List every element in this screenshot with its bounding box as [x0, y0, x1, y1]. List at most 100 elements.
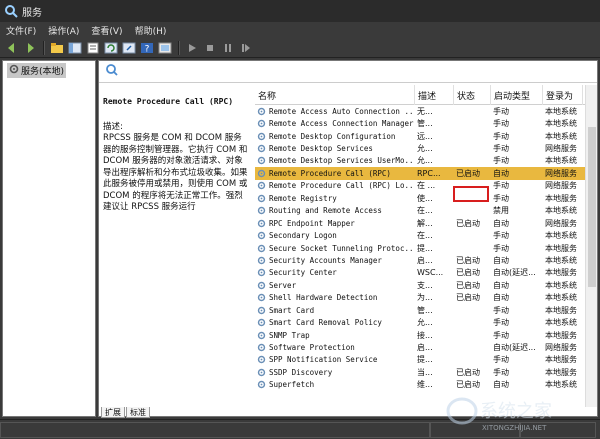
- play-icon[interactable]: [184, 40, 200, 56]
- column-header-log-on-as[interactable]: 登录为: [543, 85, 583, 105]
- table-row[interactable]: Remote Access Auto Connection ... 无... 手动 本…: [255, 105, 597, 117]
- table-row[interactable]: Smart Card Removal Policy 允... 手动 本地系统: [255, 316, 597, 328]
- service-name: Shell Hardware Detection: [255, 292, 415, 304]
- service-log-on-as: 本地系统: [543, 279, 583, 291]
- column-header-name[interactable]: 名称: [255, 85, 415, 105]
- service-startup-type-text: 手动: [493, 231, 509, 241]
- service-status: [454, 304, 491, 316]
- show-hide-tree-icon[interactable]: [67, 40, 83, 56]
- service-gear-icon: [257, 132, 266, 140]
- service-startup-type: 手动: [491, 180, 543, 192]
- menu-view[interactable]: 查看(V): [91, 24, 122, 37]
- service-startup-type: 手动: [491, 242, 543, 254]
- service-name-text: Superfetch: [269, 380, 315, 390]
- table-row[interactable]: Software Protection 启... 自动(延迟... 网络服务: [255, 341, 597, 353]
- refresh-icon[interactable]: [103, 40, 119, 56]
- service-description: 管...: [415, 304, 454, 316]
- service-startup-type-text: 手动: [493, 193, 509, 203]
- services-search-icon: [105, 63, 119, 80]
- service-startup-type: 自动: [491, 254, 543, 266]
- tab-standard[interactable]: 标准: [126, 407, 150, 418]
- table-row[interactable]: Secure Socket Tunneling Protoc... 提... 手动 本…: [255, 242, 597, 254]
- table-row[interactable]: Remote Desktop Configuration 远... 手动 本地系统: [255, 130, 597, 142]
- table-row[interactable]: Smart Card 管... 手动 本地服务: [255, 304, 597, 316]
- vertical-scrollbar[interactable]: [585, 85, 597, 407]
- column-header-description[interactable]: 描述: [415, 85, 454, 105]
- service-gear-icon: [257, 169, 266, 178]
- table-row[interactable]: Shell Hardware Detection 为... 已启动 自动 本地系统: [255, 292, 597, 304]
- service-status: 已启动: [454, 366, 491, 378]
- table-row[interactable]: Remote Desktop Services UserMo... 允... 手动 本…: [255, 155, 597, 167]
- table-row[interactable]: Server 支... 已启动 自动 本地系统: [255, 279, 597, 291]
- service-status: [454, 242, 491, 254]
- table-row[interactable]: Security Center WSC... 已启动 自动(延迟... 本地服务: [255, 267, 597, 279]
- service-description: 管...: [415, 117, 454, 129]
- table-row[interactable]: Remote Registry 使... 手动 本地服务: [255, 192, 597, 204]
- scrollbar-thumb[interactable]: [588, 127, 596, 287]
- service-startup-type-text: 手动: [493, 106, 509, 116]
- stop-icon[interactable]: [202, 40, 218, 56]
- service-gear-icon: [257, 281, 266, 290]
- service-status: [454, 105, 491, 117]
- service-startup-type-text: 自动: [493, 280, 509, 290]
- properties-icon[interactable]: [85, 40, 101, 56]
- service-status: 已启动: [454, 217, 491, 229]
- pane-header: [99, 61, 597, 83]
- service-name: SPP Notification Service: [255, 354, 415, 366]
- help-icon[interactable]: ?: [139, 40, 155, 56]
- table-row[interactable]: Remote Desktop Services 允... 手动 网络服务: [255, 142, 597, 154]
- back-icon[interactable]: [4, 40, 20, 56]
- service-startup-type-text: 自动: [493, 255, 509, 265]
- table-row[interactable]: SSDP Discovery 当... 已启动 手动 本地服务: [255, 366, 597, 378]
- toolbar: ?: [0, 38, 600, 58]
- tree-node-services-local[interactable]: 服务(本地): [7, 63, 67, 78]
- column-header-status[interactable]: 状态: [454, 85, 491, 105]
- service-description-text: 远...: [417, 131, 433, 141]
- service-startup-type: 手动: [491, 366, 543, 378]
- service-description: 在 ...: [415, 180, 454, 192]
- column-header-startup-type[interactable]: 启动类型: [491, 85, 543, 105]
- forward-icon[interactable]: [22, 40, 38, 56]
- table-row[interactable]: SPP Notification Service 提... 手动 本地服务: [255, 354, 597, 366]
- up-icon[interactable]: [49, 40, 65, 56]
- service-gear-icon: [257, 256, 266, 265]
- menu-action[interactable]: 操作(A): [48, 24, 79, 37]
- service-startup-type: 手动: [491, 316, 543, 328]
- service-name-text: SPP Notification Service: [269, 355, 378, 365]
- service-name: Remote Desktop Configuration: [255, 130, 415, 142]
- service-name: Secure Socket Tunneling Protoc...: [255, 242, 415, 254]
- service-startup-type-text: 手动: [493, 318, 509, 328]
- service-startup-type: 手动: [491, 117, 543, 129]
- table-row[interactable]: Security Accounts Manager 启... 已启动 自动 本地系统: [255, 254, 597, 266]
- service-name: Software Protection: [255, 341, 415, 353]
- console-tree-pane: 服务(本地): [2, 60, 96, 417]
- menu-file[interactable]: 文件(F): [6, 24, 36, 37]
- table-row[interactable]: Secondary Logon 在... 手动 本地系统: [255, 229, 597, 241]
- service-name: Secondary Logon: [255, 229, 415, 241]
- service-description-text: 启...: [417, 343, 433, 353]
- toolbar-separator: [178, 40, 179, 55]
- services-table: 名称 描述 状态 启动类型 登录为 Remote Access Auto Con…: [255, 85, 597, 407]
- export-icon[interactable]: [121, 40, 137, 56]
- table-row[interactable]: Remote Access Connection Manager 管... 手动 本地…: [255, 117, 597, 129]
- menu-help[interactable]: 帮助(H): [135, 24, 167, 37]
- service-description-text: 在 ...: [417, 181, 436, 191]
- table-row[interactable]: RPC Endpoint Mapper 解... 已启动 自动 网络服务: [255, 217, 597, 229]
- table-row[interactable]: SNMP Trap 接... 手动 本地服务: [255, 329, 597, 341]
- service-gear-icon: [257, 219, 266, 227]
- restart-icon[interactable]: [238, 40, 254, 56]
- tab-extended[interactable]: 扩展: [101, 407, 125, 418]
- table-row[interactable]: Remote Procedure Call (RPC) RPC... 已启动 自动 网络…: [255, 167, 597, 180]
- console-icon[interactable]: [157, 40, 173, 56]
- service-startup-type-text: 手动: [493, 156, 509, 166]
- service-startup-type-text: 手动: [493, 243, 509, 253]
- service-log-on-as-text: 本地系统: [545, 280, 577, 290]
- service-name-text: RPC Endpoint Mapper: [269, 218, 355, 228]
- table-row[interactable]: Remote Procedure Call (RPC) Lo... 在 ... 手动…: [255, 180, 597, 192]
- pause-icon[interactable]: [220, 40, 236, 56]
- service-gear-icon: [257, 269, 266, 277]
- service-startup-type: 自动: [491, 292, 543, 304]
- description-label: 描述:: [103, 122, 123, 132]
- table-row[interactable]: Routing and Remote Access 在... 禁用 本地系统: [255, 205, 597, 217]
- service-status: [454, 329, 491, 341]
